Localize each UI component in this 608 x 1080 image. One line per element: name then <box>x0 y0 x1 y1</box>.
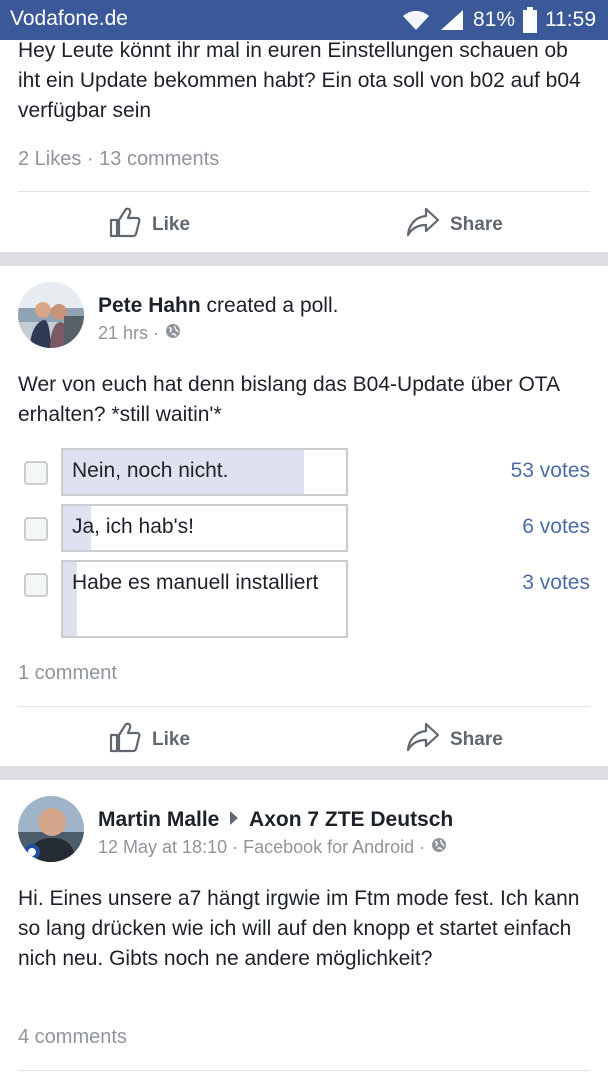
post-card-3: Martin Malle Axon 7 ZTE Deutsch 12 May a… <box>0 780 608 1080</box>
poll-checkbox[interactable] <box>24 461 48 485</box>
post-timestamp: 12 May at 18:10 · Facebook for Android · <box>98 837 447 858</box>
vote-count[interactable]: 3 votes <box>522 571 590 595</box>
share-button[interactable]: Share <box>406 721 503 759</box>
like-label: Like <box>152 214 191 235</box>
like-button[interactable]: Like <box>108 206 190 244</box>
share-label: Share <box>450 214 503 235</box>
signal-icon <box>439 8 465 32</box>
thumbs-up-icon <box>108 206 142 244</box>
poll-option-label: Ja, ich hab's! <box>72 515 194 538</box>
wifi-icon <box>401 8 431 32</box>
post-stats[interactable]: 2 Likes · 13 comments <box>18 148 219 171</box>
battery-percentage: 81% <box>472 8 515 31</box>
timestamp-text[interactable]: 12 May at 18:10 · Facebook for Android · <box>98 837 425 858</box>
post-text: Hey Leute könnt ihr mal in euren Einstel… <box>18 39 581 122</box>
vote-count[interactable]: 53 votes <box>511 459 590 483</box>
timestamp-text[interactable]: 21 hrs · <box>98 323 159 344</box>
author-name[interactable]: Martin Malle <box>98 808 219 831</box>
post-timestamp: 21 hrs · <box>98 323 181 344</box>
poll-option-label: Habe es manuell installiert <box>72 571 319 594</box>
thumbs-up-icon <box>108 721 142 759</box>
share-arrow-icon <box>406 206 440 244</box>
poll-question: Wer von euch hat denn bislang das B04-Up… <box>18 373 559 426</box>
share-arrow-icon <box>406 721 440 759</box>
status-bar: Vodafone.de 81% 11:59 <box>0 0 608 40</box>
avatar[interactable] <box>18 796 84 862</box>
post-stats[interactable]: 4 comments <box>18 1026 127 1049</box>
poll-option-bar[interactable]: Habe es manuell installiert <box>61 560 348 638</box>
share-label: Share <box>450 729 503 750</box>
clock: 11:59 <box>545 8 596 31</box>
post-text: Hi. Eines unsere a7 hängt irgwie im Ftm … <box>18 887 580 970</box>
poll-option-label: Nein, noch nicht. <box>72 459 229 482</box>
globe-icon <box>431 837 447 858</box>
poll-option-bar[interactable]: Nein, noch nicht. <box>61 448 348 496</box>
poll-checkbox[interactable] <box>24 573 48 597</box>
caret-right-icon <box>229 808 239 832</box>
like-button[interactable]: Like <box>108 721 190 759</box>
post-card-2: Pete Hahn created a poll. 21 hrs · Wer v… <box>0 266 608 766</box>
divider <box>18 191 590 192</box>
author-action: created a poll. <box>206 294 339 317</box>
post-author-line: Pete Hahn created a poll. <box>98 294 338 318</box>
divider <box>18 1070 590 1071</box>
post-stats[interactable]: 1 comment <box>18 662 117 685</box>
vote-count[interactable]: 6 votes <box>522 515 590 539</box>
divider <box>18 706 590 707</box>
share-button[interactable]: Share <box>406 206 503 244</box>
group-name[interactable]: Axon 7 ZTE Deutsch <box>249 808 453 831</box>
battery-icon <box>523 7 537 33</box>
avatar[interactable] <box>18 282 84 348</box>
author-name[interactable]: Pete Hahn <box>98 294 201 317</box>
post-card-1: Hey Leute könnt ihr mal in euren Einstel… <box>0 39 608 252</box>
carrier-name: Vodafone.de <box>10 7 128 30</box>
like-label: Like <box>152 729 191 750</box>
globe-icon <box>165 323 181 344</box>
post-author-line: Martin Malle Axon 7 ZTE Deutsch <box>98 808 453 832</box>
poll-option-bar[interactable]: Ja, ich hab's! <box>61 504 348 552</box>
poll-checkbox[interactable] <box>24 517 48 541</box>
